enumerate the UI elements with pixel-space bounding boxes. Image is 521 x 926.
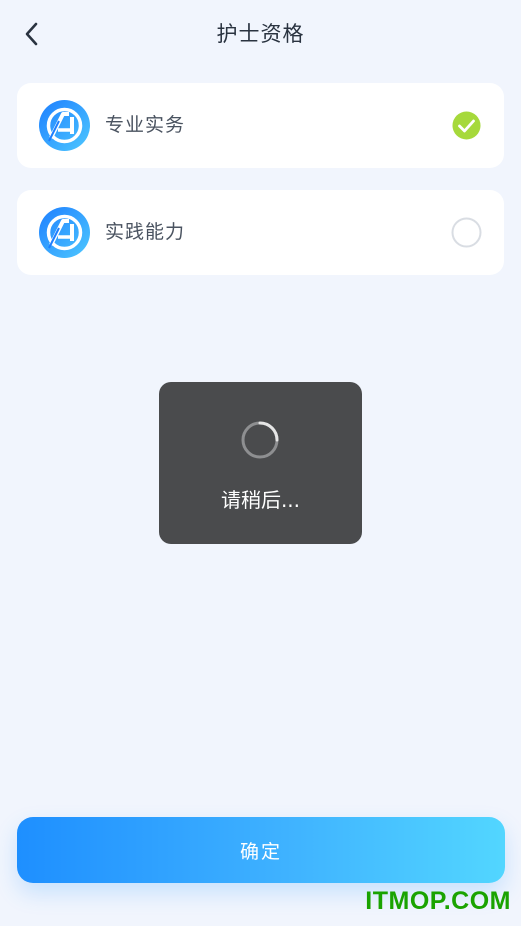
spinner-icon	[241, 421, 279, 459]
option-label: 实践能力	[105, 221, 186, 243]
app-logo-icon	[39, 207, 90, 258]
loading-text: 请稍后...	[220, 488, 301, 512]
radio-unchecked-icon[interactable]	[451, 217, 482, 248]
app-logo-icon	[39, 100, 90, 151]
confirm-button[interactable]: 确定	[17, 817, 505, 883]
check-circle-icon[interactable]	[451, 110, 482, 141]
loading-toast: 请稍后...	[159, 382, 362, 544]
page-title: 护士资格	[216, 22, 305, 46]
option-label: 专业实务	[105, 114, 186, 136]
option-card-practical-ability[interactable]: 实践能力	[17, 190, 504, 275]
option-card-professional-practice[interactable]: 专业实务	[17, 83, 504, 168]
watermark-text: ITMOP.COM	[365, 887, 511, 915]
header-bar: 护士资格	[0, 0, 521, 66]
